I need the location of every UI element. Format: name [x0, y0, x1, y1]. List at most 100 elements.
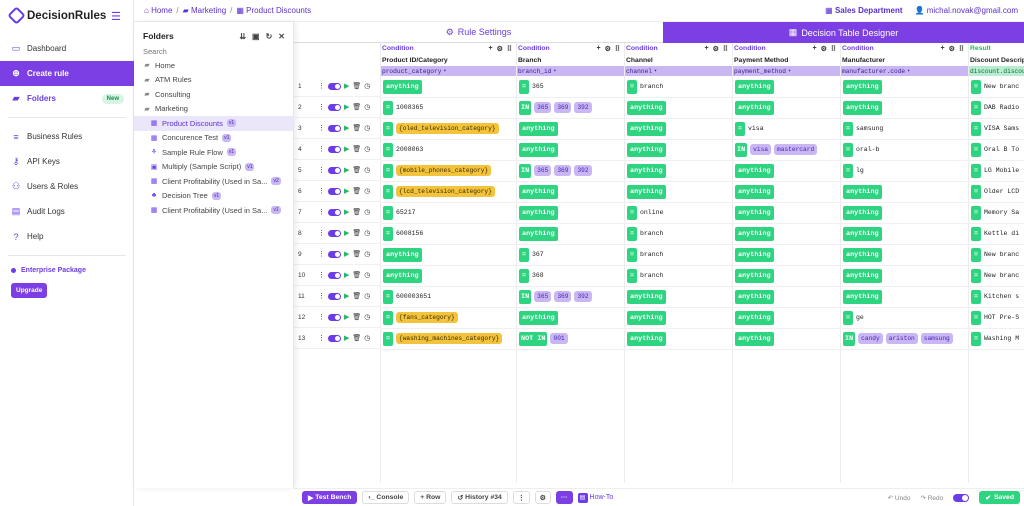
table-cell[interactable]: anything: [517, 223, 623, 244]
settings-icon[interactable]: ⚙: [534, 491, 551, 504]
how-to-link[interactable]: ▤ How-To: [577, 492, 613, 503]
rule-item[interactable]: ▦ Product Discounts v1: [134, 116, 293, 131]
row-enabled-toggle[interactable]: [328, 334, 341, 342]
table-cell[interactable]: = New branc: [969, 265, 1024, 286]
new-folder-icon[interactable]: ▣: [252, 32, 260, 41]
table-cell[interactable]: = 65217: [381, 202, 515, 223]
play-icon[interactable]: ▶: [344, 187, 349, 195]
drag-handle-icon[interactable]: ⠿: [959, 45, 964, 53]
drag-handle-icon[interactable]: ⋮: [318, 271, 325, 279]
table-cell[interactable]: anything: [625, 139, 731, 160]
table-cell[interactable]: anything: [517, 202, 623, 223]
drag-handle-icon[interactable]: ⠿: [615, 45, 620, 53]
column-attribute[interactable]: discount.discou: [968, 66, 1024, 76]
trash-icon[interactable]: 🗑: [352, 250, 361, 258]
play-icon[interactable]: ▶: [344, 313, 349, 321]
gear-icon[interactable]: ⚙: [713, 45, 719, 53]
clock-icon[interactable]: ◷: [364, 103, 370, 111]
sidebar-item-help[interactable]: ? Help: [0, 224, 134, 249]
table-cell[interactable]: anything: [841, 202, 967, 223]
table-cell[interactable]: = New branc: [969, 244, 1024, 265]
play-icon[interactable]: ▶: [344, 208, 349, 216]
column-attribute[interactable]: channel ▾: [624, 66, 732, 76]
clock-icon[interactable]: ◷: [364, 292, 370, 300]
drag-handle-icon[interactable]: ⋮: [318, 334, 325, 342]
logo[interactable]: DecisionRules: [7, 6, 106, 25]
clock-icon[interactable]: ◷: [364, 82, 370, 90]
clock-icon[interactable]: ◷: [364, 271, 370, 279]
sidebar-item-audit-logs[interactable]: ▤ Audit Logs: [0, 199, 134, 224]
play-icon[interactable]: ▶: [344, 103, 349, 111]
breadcrumb-item[interactable]: ⌂ Home: [144, 6, 172, 15]
trash-icon[interactable]: 🗑: [352, 271, 361, 279]
table-cell[interactable]: anything: [381, 244, 515, 265]
table-cell[interactable]: anything: [733, 328, 839, 349]
clock-icon[interactable]: ◷: [364, 250, 370, 258]
table-cell[interactable]: anything: [517, 118, 623, 139]
table-cell[interactable]: anything: [517, 181, 623, 202]
table-cell[interactable]: = DAB Radio: [969, 97, 1024, 118]
trash-icon[interactable]: 🗑: [352, 82, 361, 90]
column-attribute[interactable]: payment_method ▾: [732, 66, 840, 76]
redo-button[interactable]: ↷ Redo: [920, 494, 943, 502]
gear-icon[interactable]: ⚙: [497, 45, 503, 53]
table-cell[interactable]: = Kettle di: [969, 223, 1024, 244]
breadcrumb-item[interactable]: ▰ Marketing: [183, 6, 227, 15]
table-cell[interactable]: anything: [733, 265, 839, 286]
upgrade-button[interactable]: Upgrade: [11, 283, 48, 298]
table-cell[interactable]: anything: [733, 286, 839, 307]
table-cell[interactable]: = branch: [625, 223, 731, 244]
row-enabled-toggle[interactable]: [328, 82, 341, 90]
table-cell[interactable]: = 1008365: [381, 97, 515, 118]
row-enabled-toggle[interactable]: [328, 145, 341, 153]
folders-search-input[interactable]: [143, 47, 283, 56]
ellipsis-icon[interactable]: ···: [555, 491, 573, 504]
clock-icon[interactable]: ◷: [364, 313, 370, 321]
more-options-icon[interactable]: ⋮: [512, 491, 530, 504]
table-cell[interactable]: anything: [625, 160, 731, 181]
table-cell[interactable]: anything: [841, 181, 967, 202]
drag-handle-icon[interactable]: ⋮: [318, 145, 325, 153]
table-cell[interactable]: anything: [841, 265, 967, 286]
drag-handle-icon[interactable]: ⠿: [507, 45, 512, 53]
sidebar-item-folders[interactable]: ▰ Folders New: [0, 86, 134, 111]
drag-handle-icon[interactable]: ⠿: [831, 45, 836, 53]
table-cell[interactable]: = visa: [733, 118, 839, 139]
trash-icon[interactable]: 🗑: [352, 187, 361, 195]
folder-item[interactable]: ▰ ATM Rules: [134, 73, 293, 88]
rule-item[interactable]: ⚘ Sample Rule Flow v1: [134, 145, 293, 160]
drag-handle-icon[interactable]: ⋮: [318, 250, 325, 258]
table-cell[interactable]: = 2008063: [381, 139, 515, 160]
table-cell[interactable]: = branch: [625, 265, 731, 286]
trash-icon[interactable]: 🗑: [352, 313, 361, 321]
column-attribute[interactable]: manufacturer.code ▾: [840, 66, 968, 76]
rule-item[interactable]: ▦ Client Profitability (Used in Sa... v1: [134, 203, 293, 218]
add-column-icon[interactable]: +: [940, 45, 944, 53]
folder-item[interactable]: ▰ Marketing: [134, 102, 293, 117]
sidebar-item-business-rules[interactable]: ≡ Business Rules: [0, 124, 134, 149]
history-button[interactable]: ↺ History #34: [451, 491, 508, 504]
table-cell[interactable]: NOT IN 001: [517, 328, 623, 349]
drag-handle-icon[interactable]: ⋮: [318, 124, 325, 132]
play-icon[interactable]: ▶: [344, 82, 349, 90]
table-cell[interactable]: IN visa mastercard: [733, 139, 839, 160]
play-icon[interactable]: ▶: [344, 145, 349, 153]
table-cell[interactable]: = branch: [625, 244, 731, 265]
clock-icon[interactable]: ◷: [364, 208, 370, 216]
clock-icon[interactable]: ◷: [364, 166, 370, 174]
add-column-icon[interactable]: +: [704, 45, 708, 53]
table-cell[interactable]: = 367: [517, 244, 623, 265]
drag-handle-icon[interactable]: ⋮: [318, 208, 325, 216]
table-cell[interactable]: anything: [841, 97, 967, 118]
row-enabled-toggle[interactable]: [328, 124, 341, 132]
table-cell[interactable]: = {mobile_phones_category}: [381, 160, 515, 181]
saved-button[interactable]: ✔ Saved: [979, 491, 1020, 504]
play-icon[interactable]: ▶: [344, 124, 349, 132]
row-enabled-toggle[interactable]: [328, 229, 341, 237]
tab-decision-table-designer[interactable]: ▦ Decision Table Designer: [663, 22, 1024, 43]
table-cell[interactable]: anything: [841, 223, 967, 244]
autosave-toggle[interactable]: [953, 493, 970, 502]
add-column-icon[interactable]: +: [596, 45, 600, 53]
undo-button[interactable]: ↶ Undo: [888, 494, 911, 502]
refresh-icon[interactable]: ↻: [266, 32, 273, 41]
